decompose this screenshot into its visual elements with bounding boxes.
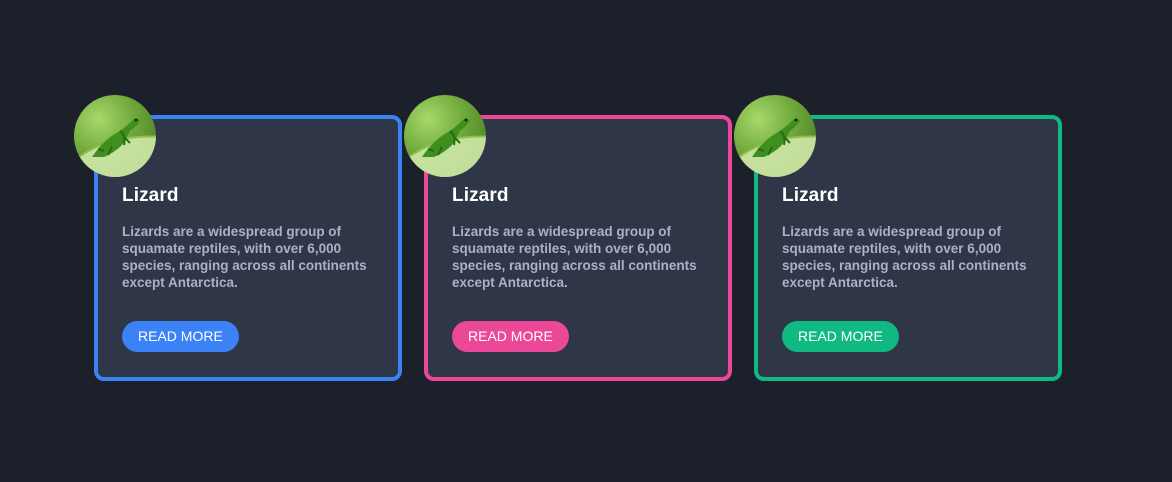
card-description: Lizards are a widespread group of squama… [782, 224, 1027, 290]
lizard-icon [74, 118, 156, 177]
card-title: Lizard [122, 185, 179, 206]
lizard-image [404, 95, 486, 177]
lizard-image [74, 95, 156, 177]
card-title: Lizard [452, 185, 509, 206]
read-more-button[interactable]: READ MORE [782, 321, 899, 352]
card-description: Lizards are a widespread group of squama… [452, 224, 697, 290]
card-list: Lizard Lizards are a widespread group of… [0, 0, 1172, 482]
lizard-icon [404, 118, 486, 177]
card-title: Lizard [782, 185, 839, 206]
read-more-button[interactable]: READ MORE [452, 321, 569, 352]
card-description: Lizards are a widespread group of squama… [122, 224, 367, 290]
lizard-icon [734, 118, 816, 177]
read-more-button[interactable]: READ MORE [122, 321, 239, 352]
lizard-image [734, 95, 816, 177]
